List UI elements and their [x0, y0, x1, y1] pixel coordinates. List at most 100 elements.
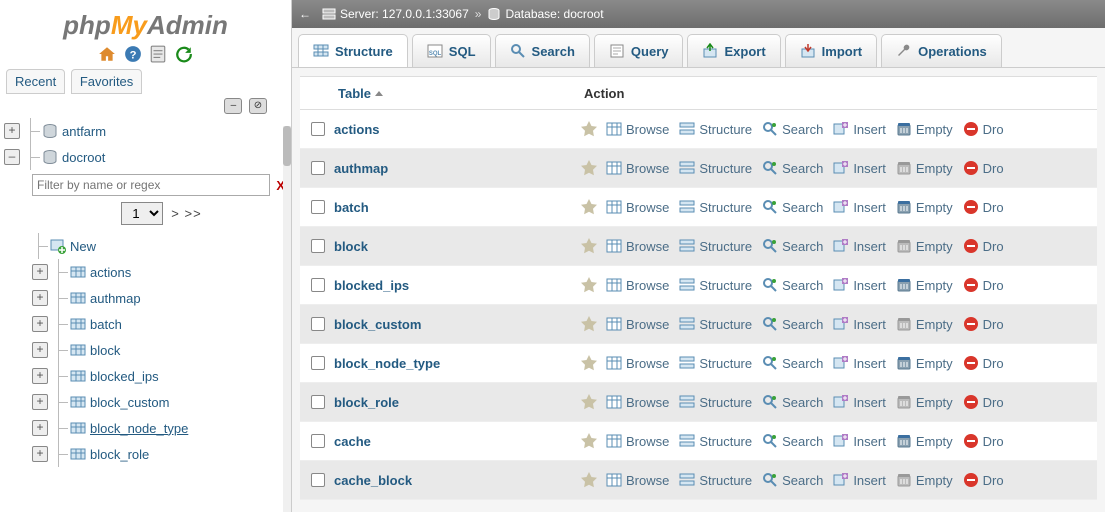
action-empty[interactable]: Empty	[896, 472, 953, 488]
favorite-star-icon[interactable]	[580, 432, 598, 450]
row-checkbox[interactable]	[311, 395, 325, 409]
action-drop[interactable]: Dro	[963, 160, 1004, 176]
row-checkbox[interactable]	[311, 317, 325, 331]
sidebar-scrollbar[interactable]	[283, 126, 291, 512]
action-insert[interactable]: Insert	[833, 160, 886, 176]
table-name-block_role[interactable]: block_role	[334, 395, 399, 410]
favorite-star-icon[interactable]	[580, 354, 598, 372]
action-structure[interactable]: Structure	[679, 316, 752, 332]
collapse-all-icon[interactable]: –	[224, 98, 242, 114]
action-structure[interactable]: Structure	[679, 199, 752, 215]
action-search[interactable]: Search	[762, 121, 823, 137]
row-checkbox[interactable]	[311, 161, 325, 175]
tab-structure[interactable]: Structure	[298, 34, 408, 67]
tab-export[interactable]: Export	[687, 34, 780, 67]
action-browse[interactable]: Browse	[606, 316, 669, 332]
tree-table-block_node_type[interactable]: block_node_type	[90, 421, 188, 436]
favorite-star-icon[interactable]	[580, 315, 598, 333]
action-search[interactable]: Search	[762, 355, 823, 371]
back-icon[interactable]: ←	[298, 7, 312, 21]
action-empty[interactable]: Empty	[896, 238, 953, 254]
action-search[interactable]: Search	[762, 316, 823, 332]
row-checkbox[interactable]	[311, 473, 325, 487]
favorite-star-icon[interactable]	[580, 276, 598, 294]
expand-table-icon[interactable]: +	[32, 446, 48, 462]
action-insert[interactable]: Insert	[833, 199, 886, 215]
row-checkbox[interactable]	[311, 239, 325, 253]
action-empty[interactable]: Empty	[896, 199, 953, 215]
favorite-star-icon[interactable]	[580, 159, 598, 177]
action-structure[interactable]: Structure	[679, 160, 752, 176]
tab-operations[interactable]: Operations	[881, 34, 1002, 67]
tab-search[interactable]: Search	[495, 34, 590, 67]
logo[interactable]: phpMyAdmin	[0, 0, 291, 43]
action-search[interactable]: Search	[762, 199, 823, 215]
sort-asc-icon[interactable]	[373, 88, 385, 100]
table-name-block[interactable]: block	[334, 239, 368, 254]
tree-table-actions[interactable]: actions	[90, 265, 131, 280]
tab-recent[interactable]: Recent	[6, 69, 65, 94]
action-insert[interactable]: Insert	[833, 394, 886, 410]
action-browse[interactable]: Browse	[606, 355, 669, 371]
crumb-server[interactable]: 127.0.0.1:33067	[382, 7, 469, 21]
tab-sql[interactable]: SQLSQL	[412, 34, 491, 67]
action-insert[interactable]: Insert	[833, 316, 886, 332]
action-insert[interactable]: Insert	[833, 238, 886, 254]
collapse-docroot-icon[interactable]: –	[4, 149, 20, 165]
action-empty[interactable]: Empty	[896, 433, 953, 449]
expand-antfarm-icon[interactable]: +	[4, 123, 20, 139]
tree-table-block_role[interactable]: block_role	[90, 447, 149, 462]
action-drop[interactable]: Dro	[963, 472, 1004, 488]
action-empty[interactable]: Empty	[896, 160, 953, 176]
action-drop[interactable]: Dro	[963, 394, 1004, 410]
action-drop[interactable]: Dro	[963, 238, 1004, 254]
action-browse[interactable]: Browse	[606, 433, 669, 449]
tab-import[interactable]: Import	[785, 34, 877, 67]
action-empty[interactable]: Empty	[896, 316, 953, 332]
tree-table-block_custom[interactable]: block_custom	[90, 395, 169, 410]
action-drop[interactable]: Dro	[963, 316, 1004, 332]
tab-favorites[interactable]: Favorites	[71, 69, 142, 94]
expand-table-icon[interactable]: +	[32, 316, 48, 332]
action-structure[interactable]: Structure	[679, 277, 752, 293]
action-structure[interactable]: Structure	[679, 394, 752, 410]
tree-new[interactable]: New	[70, 239, 96, 254]
table-name-blocked_ips[interactable]: blocked_ips	[334, 278, 409, 293]
action-drop[interactable]: Dro	[963, 121, 1004, 137]
action-empty[interactable]: Empty	[896, 394, 953, 410]
favorite-star-icon[interactable]	[580, 120, 598, 138]
action-empty[interactable]: Empty	[896, 121, 953, 137]
table-name-batch[interactable]: batch	[334, 200, 369, 215]
action-search[interactable]: Search	[762, 433, 823, 449]
action-empty[interactable]: Empty	[896, 277, 953, 293]
tree-table-batch[interactable]: batch	[90, 317, 122, 332]
action-drop[interactable]: Dro	[963, 433, 1004, 449]
action-browse[interactable]: Browse	[606, 394, 669, 410]
row-checkbox[interactable]	[311, 434, 325, 448]
action-insert[interactable]: Insert	[833, 472, 886, 488]
table-name-actions[interactable]: actions	[334, 122, 380, 137]
action-search[interactable]: Search	[762, 472, 823, 488]
row-checkbox[interactable]	[311, 200, 325, 214]
action-search[interactable]: Search	[762, 394, 823, 410]
tree-table-block[interactable]: block	[90, 343, 120, 358]
expand-table-icon[interactable]: +	[32, 394, 48, 410]
favorite-star-icon[interactable]	[580, 471, 598, 489]
expand-table-icon[interactable]: +	[32, 290, 48, 306]
row-checkbox[interactable]	[311, 356, 325, 370]
action-insert[interactable]: Insert	[833, 277, 886, 293]
action-structure[interactable]: Structure	[679, 121, 752, 137]
action-browse[interactable]: Browse	[606, 238, 669, 254]
expand-table-icon[interactable]: +	[32, 342, 48, 358]
expand-table-icon[interactable]: +	[32, 420, 48, 436]
crumb-db[interactable]: docroot	[564, 7, 604, 21]
favorite-star-icon[interactable]	[580, 393, 598, 411]
action-structure[interactable]: Structure	[679, 433, 752, 449]
action-empty[interactable]: Empty	[896, 355, 953, 371]
favorite-star-icon[interactable]	[580, 237, 598, 255]
row-checkbox[interactable]	[311, 122, 325, 136]
row-checkbox[interactable]	[311, 278, 325, 292]
action-browse[interactable]: Browse	[606, 199, 669, 215]
col-table-header[interactable]: Table	[338, 86, 371, 101]
action-insert[interactable]: Insert	[833, 355, 886, 371]
